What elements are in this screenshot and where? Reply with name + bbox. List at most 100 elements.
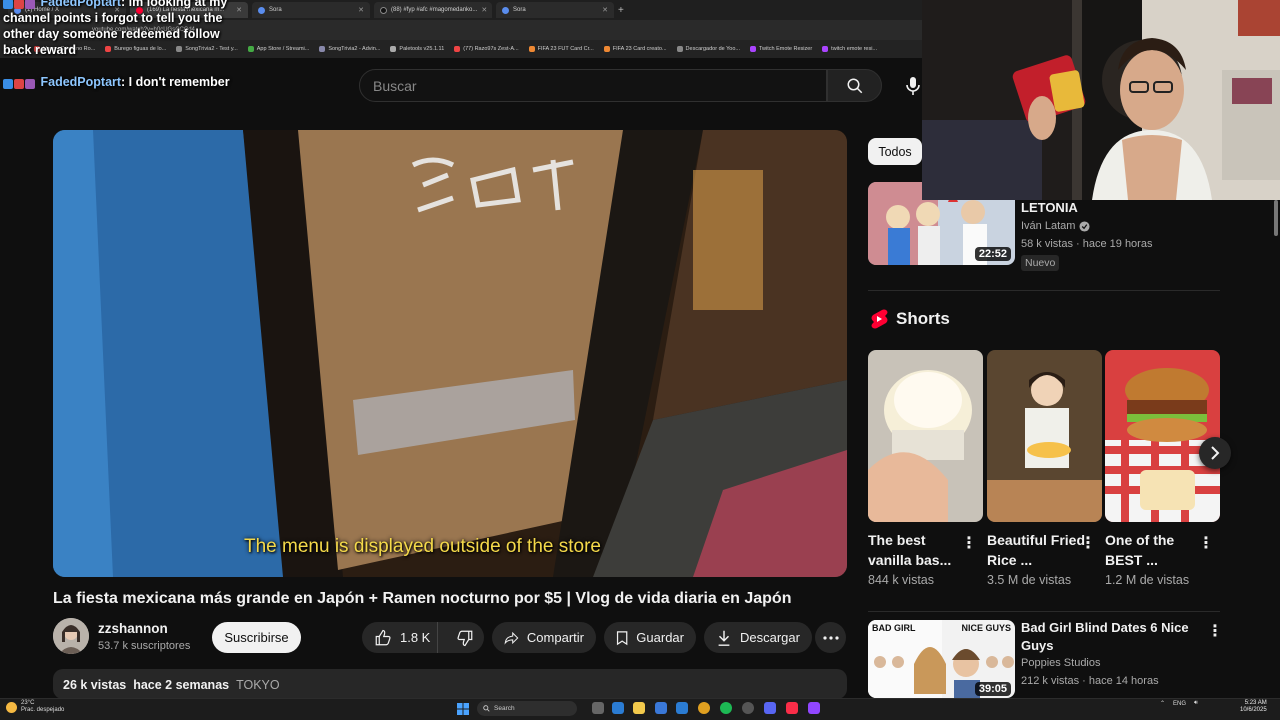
recommended-video-title[interactable]: LETONIA [1021, 199, 1078, 217]
browser-tab[interactable]: Sora ✕ [252, 2, 370, 18]
chat-username: FadedPoptart [40, 75, 122, 89]
save-button[interactable]: Guardar [604, 622, 696, 653]
bookmark-item[interactable]: Paletools v25.1.11 [390, 46, 444, 52]
close-tab-icon[interactable]: ✕ [358, 6, 364, 14]
task-view-icon[interactable] [592, 702, 604, 714]
share-icon [504, 631, 519, 645]
like-button[interactable]: 1.8 K [362, 622, 438, 653]
bookmark-icon [749, 46, 756, 52]
video-tag[interactable]: TOKYO [236, 678, 280, 692]
bookmark-icon [390, 46, 397, 52]
file-explorer-icon[interactable] [633, 702, 645, 714]
short-title[interactable]: The best vanilla bas... [868, 530, 968, 570]
tiktok-favicon-icon [380, 6, 387, 14]
chrome-icon[interactable] [698, 702, 710, 714]
edge-icon[interactable] [612, 702, 624, 714]
channel-avatar[interactable] [53, 618, 89, 654]
close-tab-icon[interactable]: ✕ [481, 6, 487, 14]
windows-start-icon[interactable] [457, 702, 469, 720]
taskbar-clock[interactable]: 5:23 AM 10/6/2025 [1240, 700, 1267, 714]
music-icon[interactable] [786, 702, 798, 714]
mail-icon[interactable] [676, 702, 688, 714]
recommended-channel[interactable]: Iván Latam [1021, 220, 1090, 232]
short-menu-icon[interactable]: ⋮ [961, 533, 977, 553]
bookmark-item[interactable]: (77) Razo97s Zest-A... [454, 46, 519, 52]
new-tab-button[interactable]: + [618, 5, 624, 16]
lang-indicator[interactable]: ENG [1173, 701, 1186, 707]
short-title[interactable]: One of the BEST ... [1105, 530, 1205, 570]
filter-chip-all[interactable]: Todos [868, 138, 922, 165]
webcam-image [922, 0, 1280, 200]
short-views: 1.2 M de vistas [1105, 573, 1190, 587]
bookmark-item[interactable]: FIFA 23 Card creato... [603, 46, 667, 52]
twitch-icon[interactable] [808, 702, 820, 714]
video-player[interactable] [53, 130, 847, 577]
bookmark-item[interactable]: Descargador de Yoo... [676, 46, 740, 52]
like-count: 1.8 K [400, 630, 431, 645]
short-title[interactable]: Beautiful Fried Rice ... [987, 530, 1087, 570]
short-menu-icon[interactable]: ⋮ [1198, 533, 1214, 553]
more-actions-button[interactable] [815, 622, 846, 653]
dislike-button[interactable] [446, 629, 484, 647]
short-views: 3.5 M de vistas [987, 573, 1072, 587]
short-thumbnail[interactable] [868, 350, 983, 522]
verified-icon [1079, 220, 1090, 232]
scrollbar-thumb[interactable] [1274, 200, 1278, 236]
store-icon[interactable] [655, 702, 667, 714]
bookmark-icon [603, 46, 610, 52]
browser-tab[interactable]: (88) #fyp #afc #magomedanko... ✕ [374, 2, 492, 18]
bookmark-item[interactable]: App Store / Streami... [247, 46, 309, 52]
short-thumbnail[interactable] [1105, 350, 1220, 522]
new-badge: Nuevo [1021, 255, 1060, 271]
download-icon [718, 630, 730, 646]
short-views: 844 k vistas [868, 573, 935, 587]
shorts-next-button[interactable] [1199, 437, 1231, 469]
channel-name[interactable]: zzshannon [98, 621, 168, 636]
short-menu-icon[interactable]: ⋮ [1080, 533, 1096, 553]
bookmark-icon [676, 46, 683, 52]
thumbnail-text: NICE GUYS [961, 623, 1011, 633]
spotify-icon[interactable] [720, 702, 732, 714]
weather-widget[interactable]: 23°C Prac. despejado [6, 700, 64, 714]
chevron-right-icon [1211, 446, 1220, 460]
chat-username: FadedPoptart [40, 0, 122, 9]
bookmark-item[interactable]: twitch emote resi... [822, 46, 877, 52]
stream-chat-message: FadedPoptart: I don't remember [3, 74, 243, 90]
video-menu-icon[interactable]: ⋮ [1207, 621, 1223, 641]
recommended-video-title[interactable]: Bad Girl Blind Dates 6 Nice Guys [1021, 619, 1196, 655]
search-icon [847, 78, 862, 93]
close-tab-icon[interactable]: ✕ [602, 6, 608, 14]
video-title: La fiesta mexicana más grande en Japón +… [53, 590, 792, 607]
bookmark-icon [247, 46, 254, 52]
share-button[interactable]: Compartir [492, 622, 596, 653]
download-button[interactable]: Descargar [704, 622, 812, 653]
volume-icon[interactable]: 🔊︎ [1194, 700, 1198, 707]
discord-icon[interactable] [764, 702, 776, 714]
shorts-section-header: Shorts [870, 309, 950, 329]
browser-tab[interactable]: Sora ✕ [496, 2, 614, 18]
description-box[interactable]: 26 k vistas hace 2 semanas TOKYO [53, 669, 847, 699]
bookmark-item[interactable]: FIFA 23 FUT Card Cr... [528, 46, 594, 52]
recommended-video-thumbnail[interactable]: BAD GIRL NICE GUYS 39:05 [868, 620, 1015, 698]
recommended-channel[interactable]: Poppies Studios [1021, 657, 1101, 669]
bookmark-item[interactable]: Twitch Emote Resizer [749, 46, 812, 52]
thumbnail-text: BAD GIRL [872, 623, 916, 633]
stream-chat-message: FadedPoptart: im looking at my channel p… [3, 0, 243, 58]
steam-icon[interactable] [742, 702, 754, 714]
bookmark-item[interactable]: SongTrivia2 - Advin... [319, 46, 380, 52]
recommended-video-meta: 212 k vistas · hace 14 horas [1021, 675, 1159, 687]
search-button[interactable] [827, 69, 882, 102]
tab-favicon-icon [258, 6, 265, 14]
chevron-up-icon[interactable]: ⌃ [1160, 700, 1165, 707]
section-divider [868, 290, 1220, 291]
search-input[interactable]: Buscar [359, 69, 827, 102]
tab-favicon-icon [502, 6, 509, 14]
chat-text: : I don't remember [121, 75, 230, 89]
thumbs-up-icon [375, 629, 391, 645]
short-thumbnail[interactable] [987, 350, 1102, 522]
bookmark-icon [454, 46, 461, 52]
chat-badges-icon [3, 0, 37, 10]
taskbar-search[interactable]: Search [477, 701, 577, 716]
search-icon [483, 705, 490, 712]
subscribe-button[interactable]: Suscribirse [212, 622, 301, 653]
